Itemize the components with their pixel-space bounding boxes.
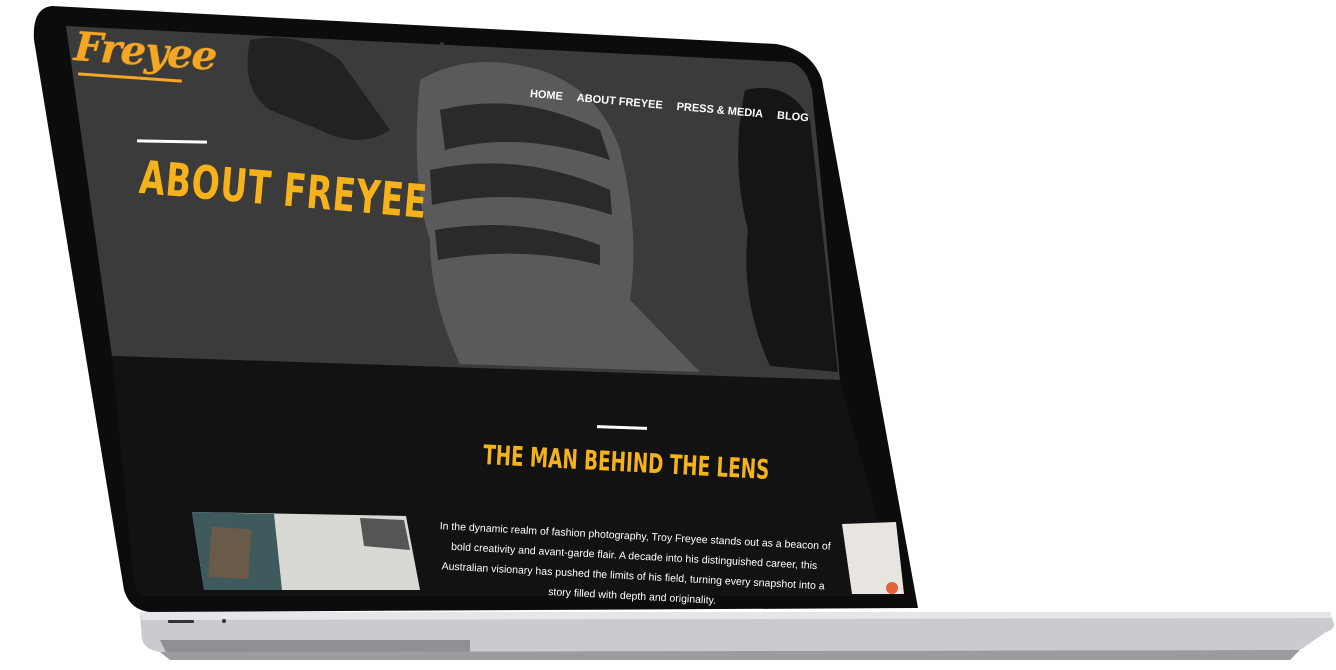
hero-title: ABOUT FREYEE xyxy=(137,150,430,229)
nav-item-home[interactable]: HOME xyxy=(529,88,563,103)
main-nav: HOME ABOUT FREYEE PRESS & MEDIA BLOG xyxy=(529,88,809,124)
nav-item-press-media[interactable]: PRESS & MEDIA xyxy=(676,101,764,121)
nav-item-blog[interactable]: BLOG xyxy=(777,110,810,125)
site-logo[interactable]: Freyee xyxy=(73,23,218,80)
section-title: THE MAN BEHIND THE LENS xyxy=(482,440,771,486)
laptop-mockup: Freyee HOME ABOUT FREYEE PRESS & MEDIA B… xyxy=(0,0,1336,670)
section-divider xyxy=(596,425,648,430)
nav-item-about[interactable]: ABOUT FREYEE xyxy=(576,92,663,111)
hero-divider xyxy=(136,139,208,144)
section-body-text: In the dynamic realm of fashion photogra… xyxy=(439,520,831,607)
website-screen: Freyee HOME ABOUT FREYEE PRESS & MEDIA B… xyxy=(0,0,1336,670)
